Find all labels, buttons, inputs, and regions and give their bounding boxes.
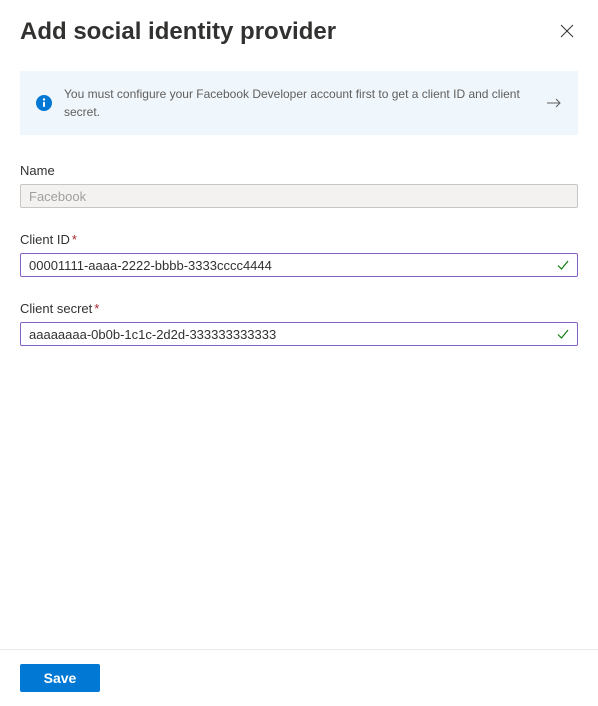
client-secret-input[interactable] bbox=[20, 322, 578, 346]
page-title: Add social identity provider bbox=[20, 16, 336, 47]
client-secret-label: Client secret* bbox=[20, 301, 578, 316]
name-label: Name bbox=[20, 163, 578, 178]
save-button[interactable]: Save bbox=[20, 664, 100, 692]
info-banner: You must configure your Facebook Develop… bbox=[20, 71, 578, 135]
checkmark-icon bbox=[556, 327, 570, 341]
client-id-input[interactable] bbox=[20, 253, 578, 277]
close-button[interactable] bbox=[556, 20, 578, 45]
required-indicator: * bbox=[94, 301, 99, 316]
checkmark-icon bbox=[556, 258, 570, 272]
client-id-label: Client ID* bbox=[20, 232, 578, 247]
arrow-right-icon[interactable] bbox=[546, 98, 562, 108]
required-indicator: * bbox=[72, 232, 77, 247]
info-icon bbox=[36, 95, 52, 111]
info-banner-text: You must configure your Facebook Develop… bbox=[64, 85, 534, 121]
name-input[interactable] bbox=[20, 184, 578, 208]
footer-bar: Save bbox=[0, 649, 598, 706]
close-icon bbox=[560, 24, 574, 41]
